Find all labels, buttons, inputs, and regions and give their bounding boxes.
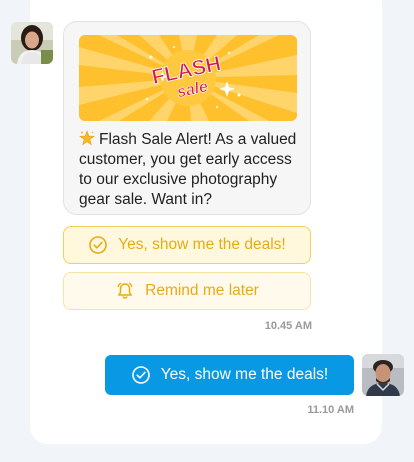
user-avatar[interactable] [362,354,404,396]
show-deals-quick-reply-button[interactable]: Yes, show me the deals! [63,226,311,264]
outgoing-timestamp: 11.10 AM [307,404,354,416]
incoming-message-text: Flash Sale Alert! As a valued customer, … [79,131,297,208]
show-deals-label: Yes, show me the deals! [118,236,286,253]
bell-icon [117,282,133,299]
remind-later-quick-reply-button[interactable]: Remind me later [63,272,311,310]
incoming-timestamp: 10.45 AM [264,320,312,332]
incoming-message-text-wrap: Flash Sale Alert! As a valued customer, … [79,130,303,210]
sparkle-star-icon [79,130,95,146]
outgoing-message-bubble: Yes, show me the deals! [105,355,354,395]
incoming-message-bubble: FLASH sale Flash Sale Alert! As a valued… [63,21,311,215]
remind-later-label: Remind me later [145,282,259,299]
check-circle-icon [131,366,150,384]
flash-sale-banner: FLASH sale [79,35,297,121]
sender-avatar[interactable] [11,22,53,64]
outgoing-message-text: Yes, show me the deals! [160,366,329,383]
check-circle-icon [89,236,108,254]
